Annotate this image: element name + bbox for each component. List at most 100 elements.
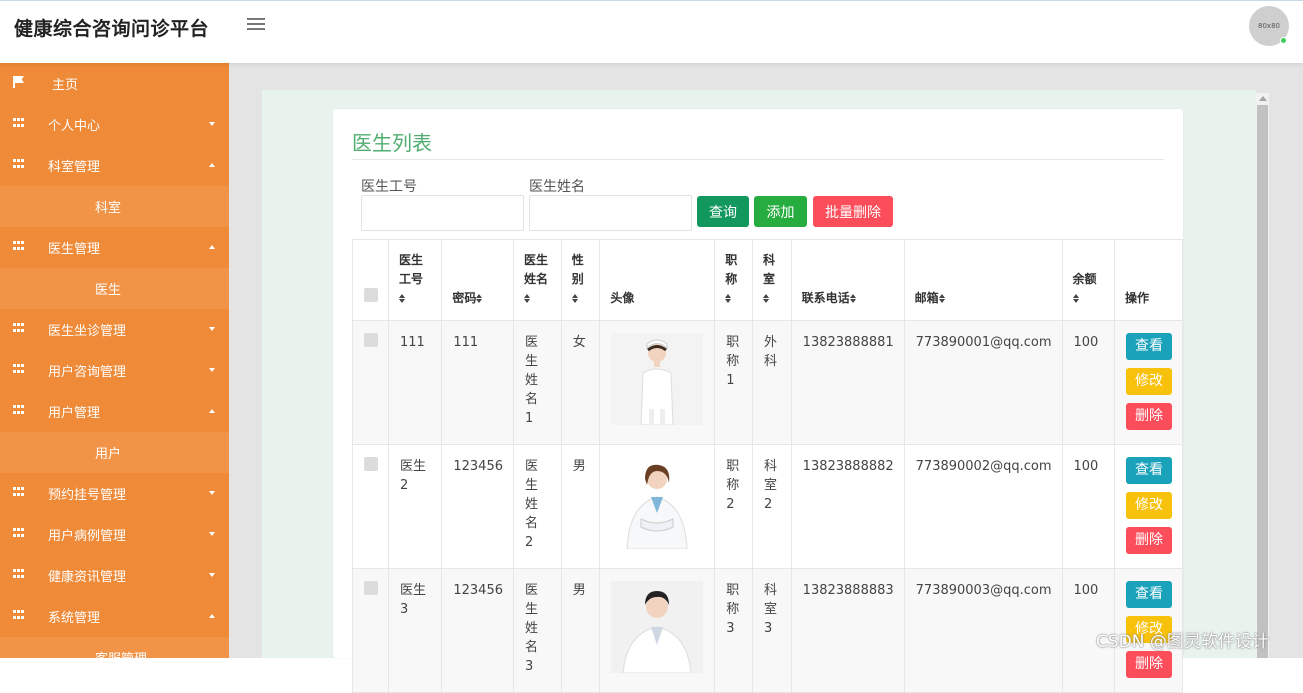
edit-button[interactable]: 修改 (1125, 368, 1172, 395)
col-gender[interactable]: 性 别 (560, 239, 601, 321)
col-title[interactable]: 职 称 (714, 239, 754, 321)
edit-button[interactable]: 修改 (1125, 492, 1172, 519)
col-ops-label: 操作 (1124, 291, 1149, 305)
row-select-cell[interactable] (352, 568, 389, 693)
watermark: CSDN @图灵软件设计 (1096, 632, 1269, 652)
cell-photo (599, 320, 716, 445)
table-row[interactable]: 111 111 医生 姓名 1女职 称 1外 科 13823888881 7738900… (352, 320, 1184, 445)
col-dept-label: 科 室 (763, 253, 776, 286)
cell-balance: 100 (1061, 444, 1115, 569)
caret-down-icon (209, 573, 215, 577)
sidebar: 主页 个人中心 科室管理科室医生管理医生医生坐诊管理 用户咨询管理 用户管理用户预约挂号… (0, 63, 229, 658)
sort-icon[interactable] (725, 294, 732, 303)
doctor-photo (611, 333, 704, 425)
view-button[interactable]: 查看 (1125, 581, 1172, 608)
cell-dept: 外 科 (752, 320, 792, 445)
col-doctor-id[interactable]: 医生 工号 (387, 239, 443, 321)
sort-icon[interactable] (399, 294, 406, 303)
content-scrollbar[interactable] (1256, 93, 1269, 658)
sidebar-item-10[interactable]: 预约挂号管理 (0, 473, 229, 514)
col-doctor-name-label: 医生 姓名 (524, 253, 549, 286)
cell-email: 773890003@qq.com (903, 568, 1063, 693)
cell-balance: 100 (1061, 320, 1115, 445)
doctor-id-input[interactable] (361, 195, 524, 231)
delete-button[interactable]: 删除 (1125, 651, 1172, 678)
col-photo-label: 头像 (610, 291, 635, 305)
row-checkbox[interactable] (364, 581, 378, 595)
col-phone[interactable]: 联系电话 (790, 239, 905, 321)
sidebar-item-6[interactable]: 医生坐诊管理 (0, 309, 229, 350)
grid-icon (13, 364, 25, 374)
query-button[interactable]: 查询 (697, 196, 749, 227)
delete-button[interactable]: 删除 (1125, 403, 1172, 430)
view-button[interactable]: 查看 (1125, 457, 1172, 484)
col-email-label: 邮箱 (914, 291, 939, 305)
scroll-up-icon[interactable] (1259, 96, 1267, 101)
row-checkbox[interactable] (364, 457, 378, 471)
select-all-checkbox[interactable] (364, 288, 378, 302)
cell-id: 医生 3 (387, 568, 443, 693)
batch-delete-button[interactable]: 批量删除 (813, 196, 893, 227)
col-password[interactable]: 密码 (441, 239, 514, 321)
sidebar-item-2[interactable]: 科室管理 (0, 145, 229, 186)
sidebar-item-7[interactable]: 用户咨询管理 (0, 350, 229, 391)
grid-icon (13, 159, 25, 169)
sidebar-item-4[interactable]: 医生管理 (0, 227, 229, 268)
sidebar-item-3[interactable]: 科室 (0, 186, 229, 227)
grid-icon (13, 118, 25, 128)
cell-name: 医生 姓名 3 (513, 568, 562, 693)
sidebar-item-0[interactable]: 主页 (0, 63, 229, 104)
table-row[interactable]: 医生 2 123456 医生 姓名 2男 职 称 2科 室 2 13823888882 7… (352, 444, 1184, 569)
row-select-cell[interactable] (352, 320, 389, 445)
sidebar-item-9[interactable]: 用户 (0, 432, 229, 473)
flag-icon (13, 76, 25, 88)
sidebar-item-8[interactable]: 用户管理 (0, 391, 229, 432)
sort-icon[interactable] (849, 294, 857, 303)
sort-icon[interactable] (763, 294, 770, 303)
caret-down-icon (209, 327, 215, 331)
grid-icon (13, 569, 25, 579)
sidebar-item-11[interactable]: 用户病例管理 (0, 514, 229, 555)
view-button[interactable]: 查看 (1125, 333, 1172, 360)
sidebar-item-1[interactable]: 个人中心 (0, 104, 229, 145)
sort-icon[interactable] (476, 294, 483, 303)
sidebar-item-label: 医生 (95, 283, 122, 298)
cell-phone: 13823888881 (790, 320, 905, 445)
sort-icon[interactable] (524, 294, 531, 303)
row-select-cell[interactable] (352, 444, 389, 569)
col-password-label: 密码 (452, 291, 477, 305)
row-checkbox[interactable] (364, 333, 378, 347)
add-button[interactable]: 添加 (754, 196, 807, 227)
sort-icon[interactable] (571, 294, 579, 303)
cell-title: 职 称 2 (714, 444, 754, 569)
sort-icon[interactable] (938, 294, 946, 303)
col-email[interactable]: 邮箱 (903, 239, 1063, 321)
cell-gender: 女 (560, 320, 601, 445)
cell-email: 773890001@qq.com (903, 320, 1063, 445)
col-dept[interactable]: 科 室 (752, 239, 792, 321)
col-balance[interactable]: 余额 (1061, 239, 1115, 321)
cell-title: 职 称 3 (714, 568, 754, 693)
sidebar-item-12[interactable]: 健康资讯管理 (0, 555, 229, 596)
table-row[interactable]: 医生 3 123456 医生 姓名 3男 职 称 3科 室 3 13823888883 7… (352, 568, 1184, 693)
grid-icon (13, 241, 25, 251)
sidebar-item-5[interactable]: 医生 (0, 268, 229, 309)
caret-up-icon (209, 245, 215, 249)
cell-password: 111 (441, 320, 514, 445)
menu-toggle-icon[interactable] (247, 17, 265, 31)
cell-phone: 13823888882 (790, 444, 905, 569)
col-balance-label: 余额 (1072, 272, 1097, 286)
sidebar-item-label: 科室 (95, 201, 122, 216)
delete-button[interactable]: 删除 (1125, 527, 1172, 554)
sort-icon[interactable] (1072, 294, 1080, 303)
doctor-name-input[interactable] (529, 195, 692, 231)
sidebar-item-label: 用户 (95, 447, 122, 462)
cell-photo (599, 444, 716, 569)
sidebar-item-14[interactable]: 客服管理 (0, 637, 229, 658)
cell-dept: 科 室 2 (752, 444, 792, 569)
sidebar-item-13[interactable]: 系统管理 (0, 596, 229, 637)
cell-name: 医生 姓名 1 (513, 320, 562, 445)
scroll-thumb[interactable] (1257, 105, 1268, 658)
col-doctor-name[interactable]: 医生 姓名 (513, 239, 562, 321)
select-all-header[interactable] (352, 239, 389, 321)
